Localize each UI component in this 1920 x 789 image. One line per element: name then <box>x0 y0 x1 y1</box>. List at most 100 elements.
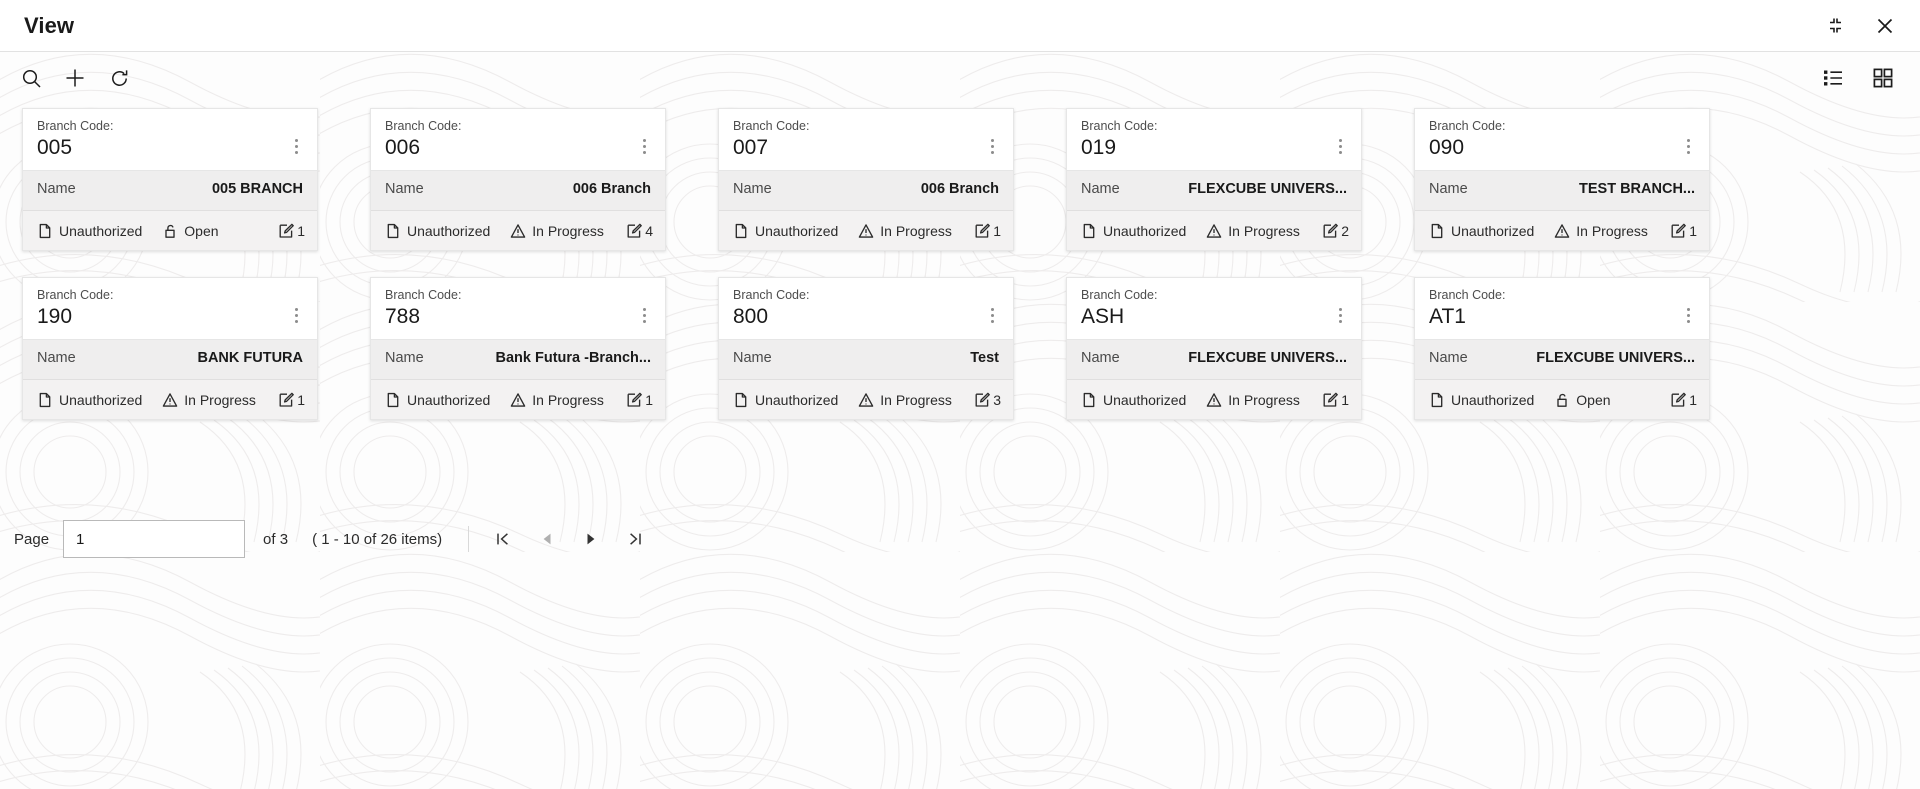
record-status: In Progress <box>162 392 274 408</box>
name-label: Name <box>1081 350 1120 366</box>
branch-card[interactable]: Branch Code: 800 Name Test Unauthorized In Pr… <box>718 277 1014 420</box>
branch-card[interactable]: Branch Code: 788 Name Bank Futura -Branch..… <box>370 277 666 420</box>
first-page-icon[interactable] <box>489 525 517 553</box>
card-name-row: Name Bank Futura -Branch... <box>371 339 665 379</box>
card-footer: Unauthorized In Progress 4 <box>371 210 665 250</box>
edit-square-icon <box>279 223 295 238</box>
card-header-text: Branch Code: 800 <box>733 288 983 330</box>
kebab-menu-icon[interactable] <box>1331 131 1349 161</box>
record-status: Open <box>1554 392 1666 408</box>
authorization-status: Unauthorized <box>733 223 838 239</box>
branch-card[interactable]: Branch Code: 006 Name 006 Branch Unauthorize… <box>370 108 666 251</box>
card-header-text: Branch Code: 006 <box>385 119 635 161</box>
name-value: FLEXCUBE UNIVERS... <box>1188 181 1347 197</box>
collapse-icon[interactable] <box>1822 13 1848 39</box>
branch-card[interactable]: Branch Code: 090 Name TEST BRANCH... Unautho… <box>1414 108 1710 251</box>
edit-square-icon <box>1323 223 1339 238</box>
name-value: 006 Branch <box>572 181 651 197</box>
item-range-text: ( 1 - 10 of 26 items) <box>312 530 443 548</box>
name-value: FLEXCUBE UNIVERS... <box>1536 350 1695 366</box>
name-label: Name <box>37 350 76 366</box>
name-value: BANK FUTURA <box>197 350 303 366</box>
kebab-menu-icon[interactable] <box>287 300 305 330</box>
card-header: Branch Code: 006 <box>371 109 665 170</box>
modification-count: 1 <box>1322 392 1349 408</box>
modification-count: 1 <box>626 392 653 408</box>
prev-page-icon[interactable] <box>533 525 561 553</box>
branch-code-value: AT1 <box>1429 305 1466 328</box>
card-name-row: Name FLEXCUBE UNIVERS... <box>1067 170 1361 210</box>
warning-triangle-icon <box>859 223 874 238</box>
branch-card[interactable]: Branch Code: ASH Name FLEXCUBE UNIVERS... Un… <box>1066 277 1362 420</box>
next-page-icon[interactable] <box>577 525 605 553</box>
grid-view-icon[interactable] <box>1868 63 1898 93</box>
card-footer: Unauthorized Open 1 <box>1415 379 1709 419</box>
branch-code-value: 788 <box>385 305 421 328</box>
modification-count-text: 1 <box>1689 222 1697 239</box>
branch-card[interactable]: Branch Code: AT1 Name FLEXCUBE UNIVERS... Un… <box>1414 277 1710 420</box>
kebab-menu-icon[interactable] <box>287 131 305 161</box>
page-number-input[interactable] <box>63 520 246 558</box>
unlock-icon <box>1557 393 1567 407</box>
modification-count: 1 <box>1670 223 1697 239</box>
list-view-icon[interactable] <box>1818 63 1848 93</box>
warning-triangle-icon <box>1207 392 1222 407</box>
kebab-menu-icon[interactable] <box>1331 300 1349 330</box>
kebab-menu-icon[interactable] <box>1679 300 1697 330</box>
branch-code-value: 007 <box>733 136 769 159</box>
branch-code-value: 190 <box>37 305 73 328</box>
plus-icon[interactable] <box>58 61 92 95</box>
branch-code-value: 800 <box>733 305 769 328</box>
name-label: Name <box>733 181 772 197</box>
search-icon[interactable] <box>14 61 48 95</box>
branch-code-label: Branch Code: <box>385 288 462 302</box>
branch-card[interactable]: Branch Code: 190 Name BANK FUTURA Unauthoriz… <box>22 277 318 420</box>
modification-count: 1 <box>278 392 305 408</box>
document-icon <box>1083 392 1095 407</box>
authorization-status-text: Unauthorized <box>407 222 491 239</box>
modification-count: 1 <box>278 223 305 239</box>
authorization-status: Unauthorized <box>385 223 490 239</box>
authorization-status-text: Unauthorized <box>1451 391 1535 408</box>
name-value: Bank Futura -Branch... <box>495 350 652 366</box>
name-label: Name <box>733 350 772 366</box>
card-header: Branch Code: 005 <box>23 109 317 170</box>
modification-count-text: 4 <box>645 222 653 239</box>
branch-card[interactable]: Branch Code: 007 Name 006 Branch Unauthorize… <box>718 108 1014 251</box>
window-body: Branch Code: 005 Name 005 BRANCH Unauthorize… <box>0 52 1920 789</box>
card-header: Branch Code: 800 <box>719 278 1013 339</box>
record-status-text: In Progress <box>880 222 952 239</box>
record-status-text: In Progress <box>532 222 604 239</box>
branch-code-label: Branch Code: <box>733 288 810 302</box>
record-status-text: In Progress <box>1576 222 1648 239</box>
close-icon[interactable] <box>1872 13 1898 39</box>
card-footer: Unauthorized In Progress 1 <box>1415 210 1709 250</box>
branch-card[interactable]: Branch Code: 019 Name FLEXCUBE UNIVERS... Un… <box>1066 108 1362 251</box>
modification-count: 1 <box>974 223 1001 239</box>
card-header-text: Branch Code: 788 <box>385 288 635 330</box>
refresh-icon[interactable] <box>102 61 136 95</box>
edit-square-icon <box>1323 392 1339 407</box>
branch-code-label: Branch Code: <box>1429 119 1506 133</box>
page-label: Page <box>14 530 50 548</box>
record-status: In Progress <box>1554 223 1666 239</box>
card-footer: Unauthorized In Progress 1 <box>23 379 317 419</box>
kebab-menu-icon[interactable] <box>983 131 1001 161</box>
branch-card[interactable]: Branch Code: 005 Name 005 BRANCH Unauthorize… <box>22 108 318 251</box>
modification-count-text: 1 <box>1689 391 1697 408</box>
card-footer: Unauthorized In Progress 2 <box>1067 210 1361 250</box>
kebab-menu-icon[interactable] <box>635 131 653 161</box>
record-status-text: In Progress <box>1228 391 1300 408</box>
page-title: View <box>24 12 75 38</box>
modification-count: 1 <box>1670 392 1697 408</box>
kebab-menu-icon[interactable] <box>1679 131 1697 161</box>
card-header-text: Branch Code: 190 <box>37 288 287 330</box>
edit-square-icon <box>1671 223 1687 238</box>
kebab-menu-icon[interactable] <box>635 300 653 330</box>
authorization-status-text: Unauthorized <box>59 222 143 239</box>
kebab-menu-icon[interactable] <box>983 300 1001 330</box>
edit-square-icon <box>279 392 295 407</box>
modification-count: 3 <box>974 392 1001 408</box>
record-status-text: In Progress <box>532 391 604 408</box>
last-page-icon[interactable] <box>621 525 649 553</box>
